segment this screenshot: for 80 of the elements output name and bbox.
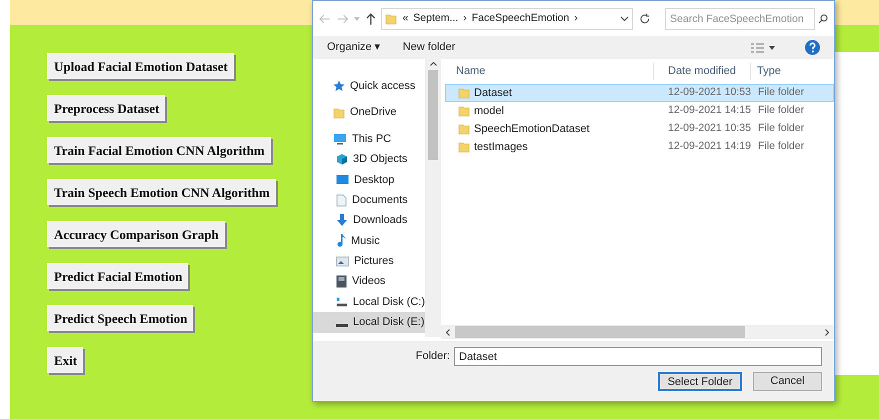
breadcrumb-item: ›: [463, 10, 467, 26]
nav-item[interactable]: Downloads: [313, 210, 425, 231]
column-header[interactable]: Date modified: [653, 63, 750, 80]
file-name: SpeechEmotionDataset: [474, 122, 590, 137]
scrollbar-thumb[interactable]: [455, 326, 745, 338]
drive-icon: [336, 324, 348, 327]
nav-item[interactable]: Desktop: [313, 170, 425, 190]
app-button[interactable]: Upload Facial Emotion Dataset: [47, 53, 234, 79]
file-date: 12-09-2021 10:35: [667, 121, 751, 136]
folder-icon: [458, 87, 470, 99]
column-header[interactable]: Name: [441, 63, 653, 80]
film-icon: [336, 275, 347, 288]
music-note-icon: [336, 234, 346, 248]
address-bar[interactable]: « Septem... › FaceSpeechEmotion ›: [381, 8, 634, 30]
nav-item[interactable]: Videos: [313, 272, 425, 292]
file-name: testImages: [474, 140, 528, 155]
scrollbar[interactable]: [425, 59, 441, 337]
app-button[interactable]: Train Facial Emotion CNN Algorithm: [47, 137, 271, 163]
file-name: model: [474, 104, 504, 119]
nav-item[interactable]: Documents: [313, 190, 425, 210]
file-type: File folder: [757, 103, 804, 118]
cube-icon: [336, 153, 348, 166]
breadcrumb-item[interactable]: Septem...: [413, 10, 458, 26]
file-date: 12-09-2021 10:53: [667, 85, 751, 100]
scroll-left-icon[interactable]: [446, 328, 450, 336]
app-button[interactable]: Exit: [47, 347, 84, 373]
scroll-up-icon[interactable]: [430, 62, 436, 66]
app-button[interactable]: Train Speech Emotion CNN Algorithm: [47, 179, 276, 205]
breadcrumb-item: «: [402, 10, 408, 26]
folder-icon: [458, 141, 470, 153]
scrollbar-thumb[interactable]: [428, 70, 438, 160]
breadcrumb-item: ›: [574, 10, 578, 26]
chevron-down-icon[interactable]: [620, 16, 630, 22]
nav-item[interactable]: 3D Objects: [313, 149, 425, 170]
nav-item[interactable]: Local Disk (E:): [313, 312, 425, 333]
file-name: Dataset: [474, 86, 512, 101]
select-folder-button[interactable]: Select Folder: [658, 372, 742, 391]
cancel-button[interactable]: Cancel: [753, 372, 822, 391]
file-type: File folder: [757, 139, 804, 154]
file-row[interactable]: Dataset 12-09-2021 10:53 File folder: [445, 84, 834, 102]
folder-icon: [333, 106, 345, 119]
view-options-icon[interactable]: [751, 42, 775, 52]
disk-drive-icon: [336, 296, 348, 308]
scroll-right-icon[interactable]: [825, 328, 829, 336]
down-arrow-icon: [336, 214, 348, 228]
search-icon[interactable]: [818, 14, 828, 24]
breadcrumb-item[interactable]: FaceSpeechEmotion: [472, 10, 570, 26]
monitor-icon: [333, 132, 347, 145]
picture-icon: [336, 256, 349, 267]
file-date: 12-09-2021 14:19: [667, 139, 751, 154]
file-type: File folder: [757, 121, 804, 136]
organize-menu[interactable]: Organize ▾: [327, 39, 381, 56]
app-button[interactable]: Predict Facial Emotion: [47, 263, 188, 289]
nav-item[interactable]: Local Disk (C:): [313, 292, 425, 312]
file-type: File folder: [757, 85, 804, 100]
file-row[interactable]: SpeechEmotionDataset 12-09-2021 10:35 File folder: [445, 120, 834, 138]
desktop-icon: [336, 174, 349, 186]
folder-label: Folder:: [416, 349, 450, 364]
new-folder-button[interactable]: New folder: [402, 39, 456, 56]
up-arrow-icon[interactable]: [366, 12, 376, 24]
column-header[interactable]: Type: [750, 63, 781, 80]
app-button[interactable]: Preprocess Dataset: [47, 95, 166, 121]
file-row[interactable]: testImages 12-09-2021 14:19 File folder: [445, 138, 834, 156]
nav-item[interactable]: Quick access: [313, 76, 425, 96]
search-field[interactable]: Search FaceSpeechEmotion: [665, 8, 816, 30]
help-icon[interactable]: [805, 40, 820, 55]
folder-icon: [458, 123, 470, 135]
nav-item[interactable]: This PC: [313, 128, 425, 150]
folder-name-field[interactable]: Dataset: [454, 347, 822, 366]
nav-item[interactable]: Music: [313, 230, 425, 252]
file-date: 12-09-2021 14:15: [667, 103, 751, 118]
file-row[interactable]: model 12-09-2021 14:15 File folder: [445, 102, 834, 120]
app-button[interactable]: Accuracy Comparison Graph: [47, 221, 225, 247]
refresh-icon[interactable]: [639, 12, 652, 24]
document-icon: [336, 194, 347, 207]
nav-item[interactable]: Pictures: [313, 251, 425, 272]
app-button[interactable]: Predict Speech Emotion: [47, 305, 194, 331]
star-icon: [333, 80, 345, 92]
folder-icon: [458, 105, 470, 117]
nav-item[interactable]: OneDrive: [313, 102, 425, 123]
